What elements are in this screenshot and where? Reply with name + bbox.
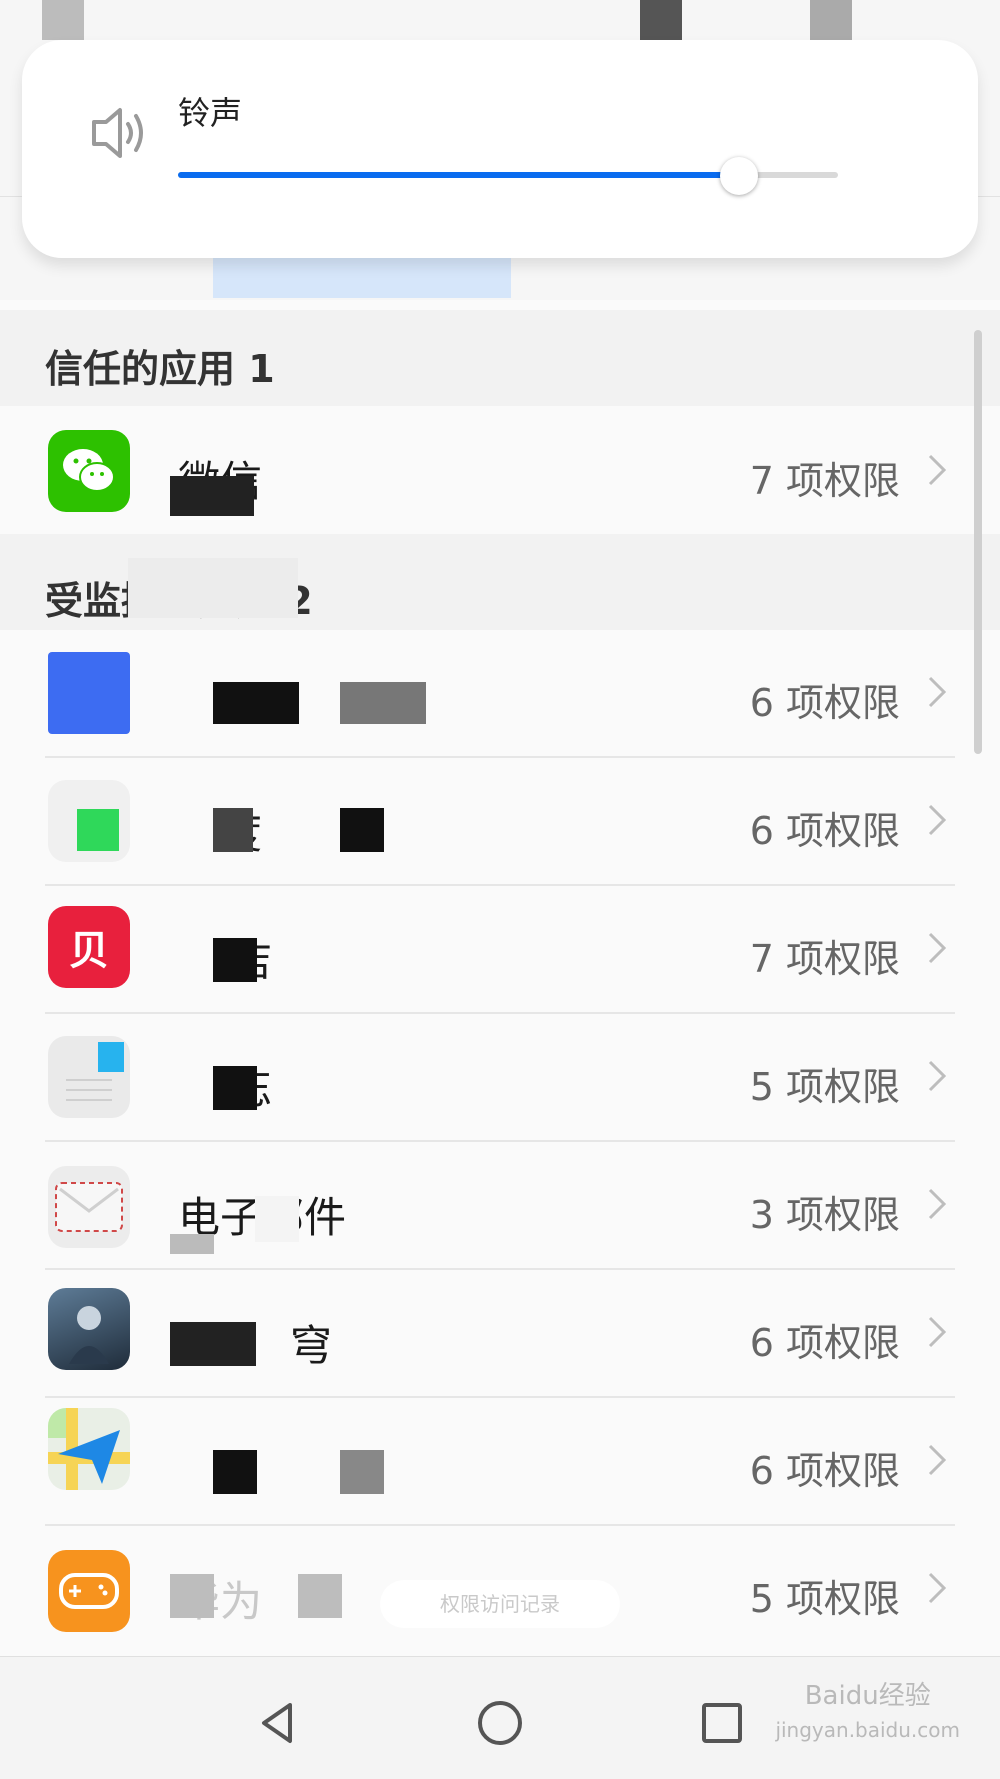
- memo-icon: [48, 1036, 130, 1118]
- redaction-block: [170, 1322, 256, 1366]
- chevron-right-icon: [922, 1568, 952, 1608]
- permission-count: 7 项权限: [749, 937, 900, 981]
- list-item[interactable]: 忘 5 项权限: [0, 1014, 1000, 1142]
- app-icon-red: 贝: [48, 906, 130, 988]
- redaction-block: [170, 1234, 214, 1254]
- volume-panel: 铃声: [22, 40, 978, 258]
- mosaic-block: [640, 0, 682, 40]
- list-item[interactable]: 微信 7 项权限: [0, 406, 1000, 534]
- redaction-block: [170, 1574, 214, 1618]
- list-item[interactable]: 度 6 项权限: [0, 758, 1000, 886]
- navigation-bar: Baidu经验 jingyan.baidu.com: [0, 1656, 1000, 1779]
- toast: 权限访问记录: [380, 1580, 620, 1628]
- permission-count: 6 项权限: [749, 1321, 900, 1365]
- redaction-block: [213, 808, 253, 852]
- mosaic-block: [810, 0, 852, 40]
- game-icon: [48, 1288, 130, 1370]
- list-item[interactable]: 穹 6 项权限: [0, 1270, 1000, 1398]
- chevron-right-icon: [922, 800, 952, 840]
- redaction-block: [340, 682, 426, 724]
- chevron-right-icon: [922, 1312, 952, 1352]
- mosaic-block: [42, 0, 84, 40]
- chevron-right-icon: [922, 672, 952, 712]
- watermark: Baidu经验 jingyan.baidu.com: [775, 1679, 960, 1747]
- redaction-block: [128, 558, 298, 618]
- section-header-monitored: 受监控的应用 2: [0, 534, 1000, 630]
- redaction-block: [213, 682, 299, 724]
- slider-fill: [178, 172, 739, 178]
- redaction-block: [213, 1066, 257, 1110]
- redaction-block: [213, 1450, 257, 1494]
- redaction-block: [255, 1196, 299, 1242]
- gamepad-icon: [48, 1550, 130, 1632]
- wechat-icon: [48, 430, 130, 512]
- list-item[interactable]: 贝 店 7 项权限: [0, 886, 1000, 1014]
- permission-count: 3 项权限: [749, 1193, 900, 1237]
- list-item[interactable]: 6 项权限: [0, 630, 1000, 758]
- tab-highlight: [213, 256, 511, 298]
- app-icon-green: [48, 780, 130, 862]
- watermark-line2: jingyan.baidu.com: [775, 1718, 960, 1742]
- permission-count: 6 项权限: [749, 681, 900, 725]
- list-item[interactable]: 6 项权限: [0, 1398, 1000, 1526]
- chevron-right-icon: [922, 450, 952, 490]
- section-header-trusted: 信任的应用 1: [0, 310, 1000, 406]
- mail-icon: [48, 1166, 130, 1248]
- map-icon: [48, 1408, 130, 1490]
- slider-thumb[interactable]: [720, 157, 758, 195]
- chevron-right-icon: [922, 1184, 952, 1224]
- section-title: 信任的应用 1: [45, 347, 275, 391]
- chevron-right-icon: [922, 1056, 952, 1096]
- chevron-right-icon: [922, 1440, 952, 1480]
- list-item[interactable]: 电子邮件 3 项权限: [0, 1142, 1000, 1270]
- permission-count: 7 项权限: [749, 459, 900, 503]
- back-icon[interactable]: [248, 1693, 308, 1753]
- app-name: 穹: [290, 1321, 333, 1370]
- permission-count: 6 项权限: [749, 809, 900, 853]
- watermark-line1: Baidu经验: [804, 1681, 931, 1711]
- recent-icon[interactable]: [692, 1693, 752, 1753]
- scrollbar[interactable]: [974, 330, 982, 754]
- redaction-block: [340, 808, 384, 852]
- app-icon-blue: [48, 652, 130, 734]
- speaker-icon[interactable]: [70, 98, 154, 168]
- permission-count: 5 项权限: [749, 1577, 900, 1621]
- chevron-right-icon: [922, 928, 952, 968]
- permission-count: 5 项权限: [749, 1065, 900, 1109]
- volume-label: 铃声: [178, 94, 243, 132]
- redaction-block: [170, 476, 254, 516]
- permission-count: 6 项权限: [749, 1449, 900, 1493]
- home-icon[interactable]: [470, 1693, 530, 1753]
- redaction-block: [340, 1450, 384, 1494]
- redaction-block: [213, 938, 257, 982]
- redaction-block: [298, 1574, 342, 1618]
- volume-slider[interactable]: [178, 157, 838, 200]
